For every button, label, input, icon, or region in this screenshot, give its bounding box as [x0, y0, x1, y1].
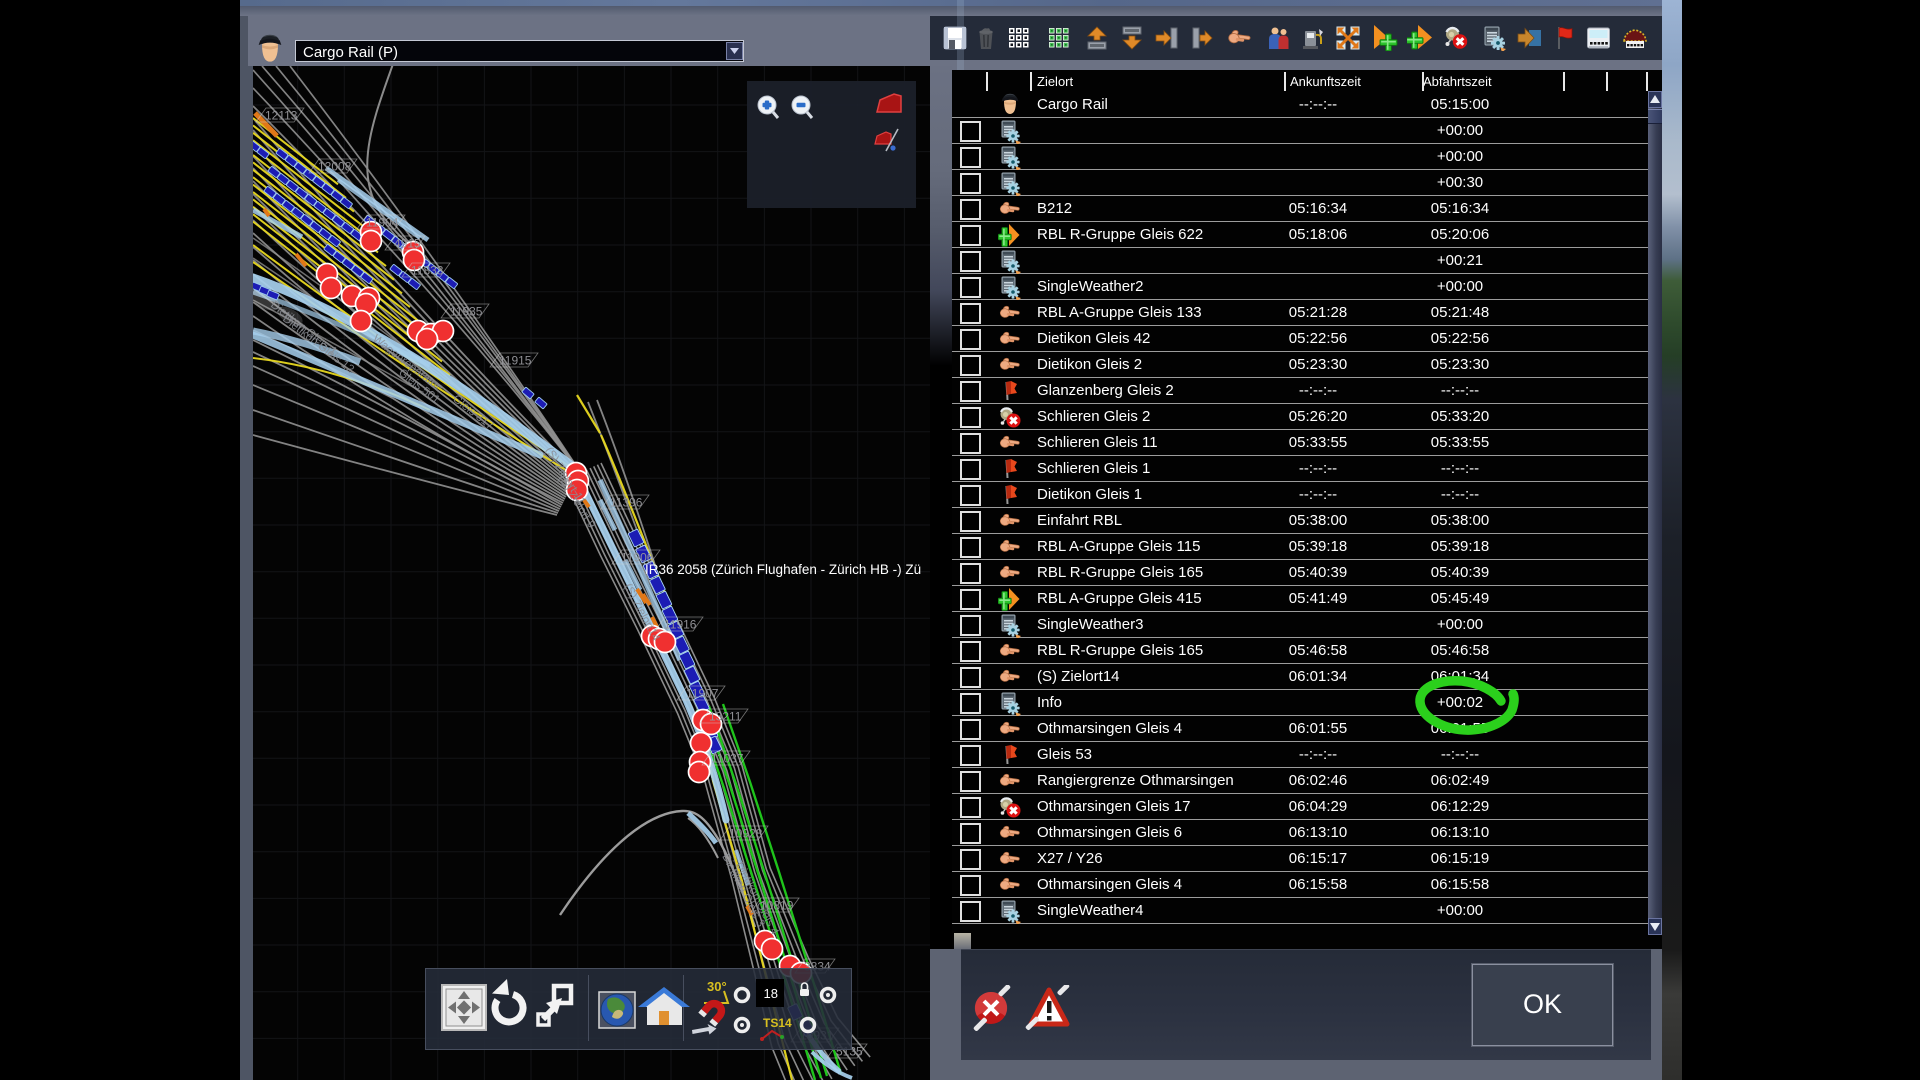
svg-text:TS14: TS14	[763, 1016, 792, 1030]
svg-text:11916: 11916	[664, 618, 697, 632]
svg-text:10928: 10928	[729, 827, 763, 841]
svg-text:4915: 4915	[394, 237, 421, 251]
svg-text:12008: 12008	[318, 160, 352, 174]
svg-text:11935: 11935	[450, 305, 483, 319]
svg-text:11396: 11396	[610, 496, 643, 510]
svg-text:IR36 2058 (Zürich Flughafen -: IR36 2058 (Zürich Flughafen - Zürich HB …	[645, 562, 921, 577]
svg-text:18: 18	[764, 986, 778, 1001]
svg-text:12113: 12113	[265, 109, 298, 123]
svg-text:11915: 11915	[499, 354, 532, 368]
svg-text:11907: 11907	[686, 687, 719, 701]
svg-text:11904: 11904	[366, 216, 399, 230]
svg-text:11037: 11037	[711, 752, 744, 766]
svg-text:11833: 11833	[411, 264, 444, 278]
svg-text:13211: 13211	[709, 710, 742, 724]
